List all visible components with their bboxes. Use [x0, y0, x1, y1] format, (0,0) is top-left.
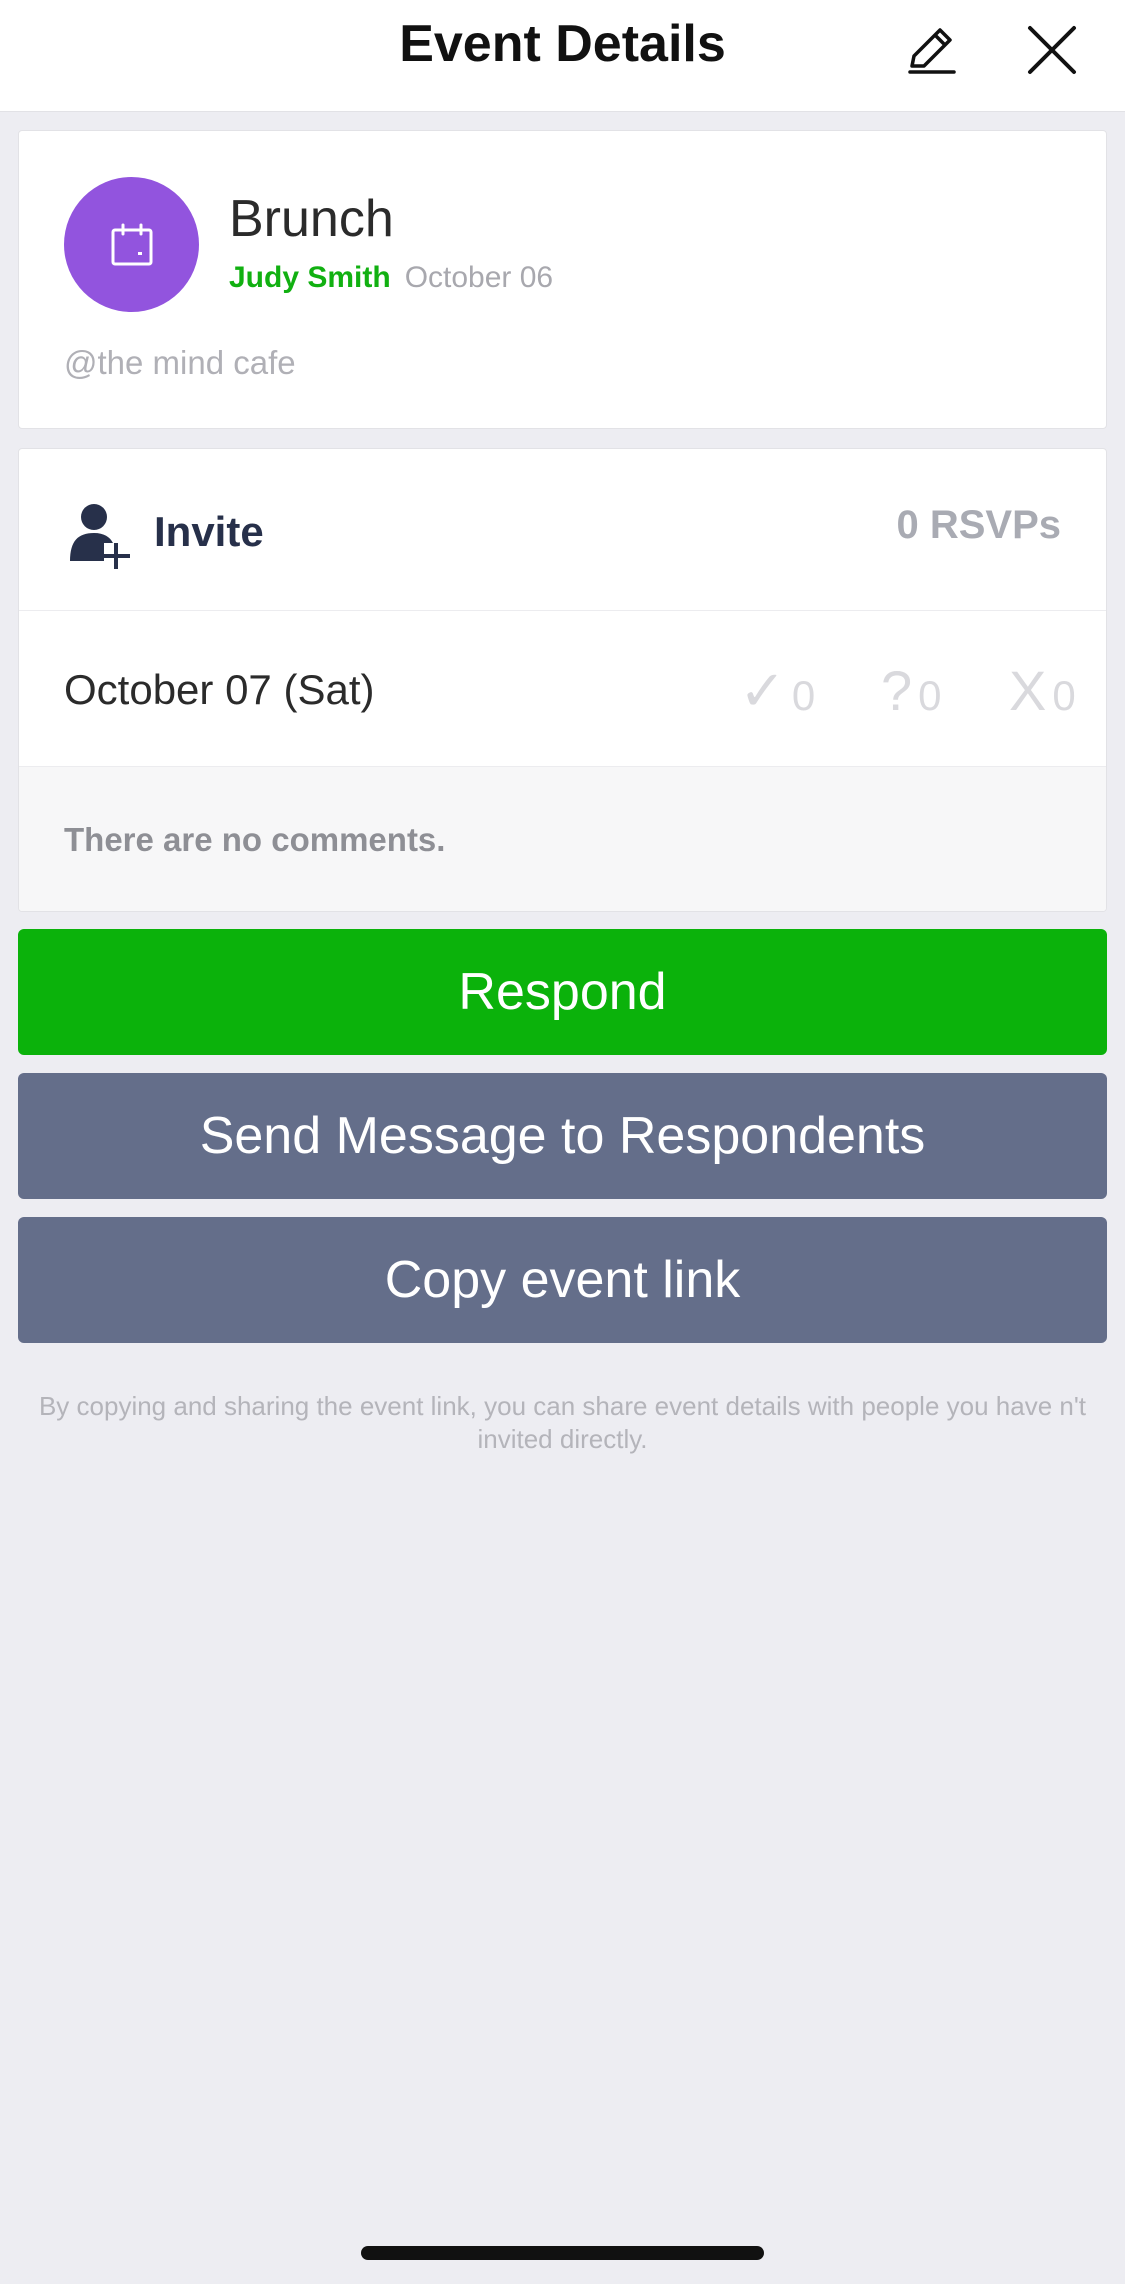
add-person-icon [70, 504, 130, 569]
event-date-row[interactable]: October 07 (Sat) ✓ 0 ? 0 X 0 [19, 611, 1106, 767]
event-summary-card: Brunch Judy Smith October 06 @the mind ca… [18, 130, 1107, 429]
rsvp-card: Invite 0 RSVPs October 07 (Sat) ✓ 0 ? 0 … [18, 448, 1107, 912]
rsvp-count: 0 RSVPs [896, 503, 1061, 547]
respond-button[interactable]: Respond [18, 929, 1107, 1055]
home-indicator[interactable] [361, 2246, 764, 2260]
event-date-label: October 07 (Sat) [64, 666, 375, 713]
attending-tally: ✓ 0 [739, 663, 815, 719]
close-icon [1028, 26, 1076, 74]
maybe-tally: ? 0 [881, 663, 942, 719]
calendar-icon [111, 223, 152, 265]
close-button[interactable] [1012, 10, 1092, 90]
pencil-icon [908, 28, 956, 74]
event-created-date: October 06 [404, 261, 554, 294]
declined-tally: X 0 [1009, 663, 1076, 719]
question-icon: ? [881, 659, 913, 722]
check-icon: ✓ [739, 659, 786, 722]
event-title: Brunch [229, 190, 394, 248]
invite-row[interactable]: Invite 0 RSVPs [19, 449, 1106, 611]
copy-event-link-button[interactable]: Copy event link [18, 1217, 1107, 1343]
invite-label: Invite [154, 508, 264, 555]
send-message-button[interactable]: Send Message to Respondents [18, 1073, 1107, 1199]
comments-section: There are no comments. [19, 767, 1106, 911]
declined-count: 0 [1052, 672, 1076, 719]
organizer-name[interactable]: Judy Smith [229, 261, 391, 294]
no-comments-text: There are no comments. [64, 821, 446, 858]
share-link-note: By copying and sharing the event link, y… [38, 1391, 1087, 1454]
event-details-screen: Event Details Brunch Judy Smith October … [0, 0, 1125, 2284]
maybe-count: 0 [918, 672, 942, 719]
edit-button[interactable] [892, 10, 972, 90]
x-icon: X [1009, 659, 1047, 722]
header: Event Details [0, 0, 1125, 112]
event-location: @the mind cafe [64, 344, 296, 381]
event-avatar [64, 177, 199, 312]
attending-count: 0 [791, 672, 816, 719]
event-meta: Judy Smith October 06 [229, 263, 553, 293]
